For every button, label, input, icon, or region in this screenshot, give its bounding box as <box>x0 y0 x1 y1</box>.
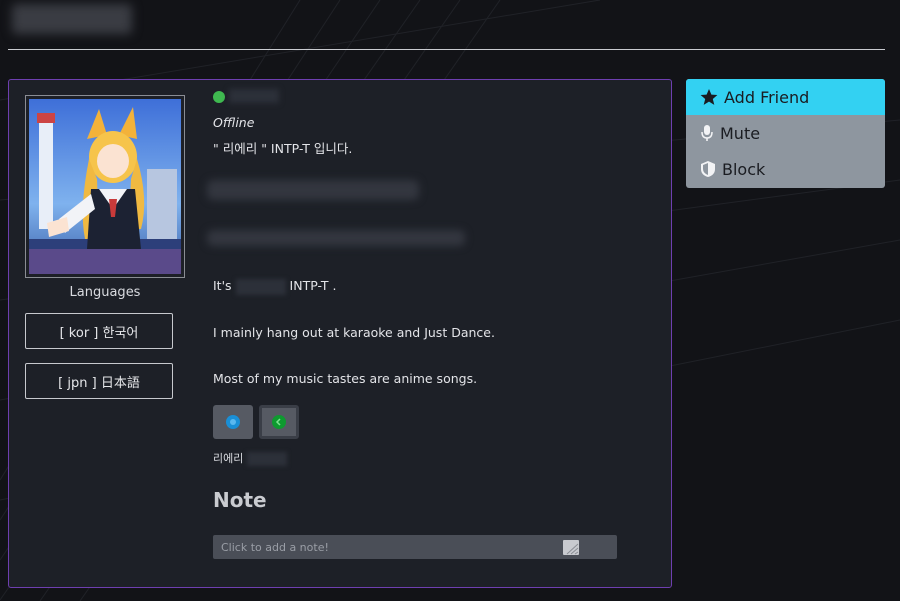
microphone-icon <box>701 125 713 141</box>
block-label: Block <box>722 159 766 179</box>
add-friend-button[interactable]: Add Friend <box>686 79 885 115</box>
shield-icon <box>701 161 715 177</box>
language-korean: [ kor ] 한국어 <box>25 313 173 349</box>
avatar-image <box>29 99 181 274</box>
profile-actions-menu: Add Friend Mute Block <box>686 79 885 188</box>
mute-button[interactable]: Mute <box>686 115 885 151</box>
blurred-username <box>12 4 132 34</box>
about-line-1: It's INTP-T . <box>213 278 336 295</box>
connection-button-line[interactable] <box>259 405 299 439</box>
connection-button-steam[interactable] <box>213 405 253 439</box>
blurred-display-name <box>229 89 279 103</box>
note-input[interactable] <box>213 535 617 559</box>
language-label: [ kor ] 한국어 <box>59 325 139 341</box>
language-label: [ jpn ] 日本語 <box>58 375 140 391</box>
language-japanese: [ jpn ] 日本語 <box>25 363 173 399</box>
line-icon <box>272 415 286 429</box>
connection-label: 리에리 <box>213 450 291 466</box>
steam-icon <box>226 415 240 429</box>
resize-grip-icon[interactable] <box>563 540 579 555</box>
profile-card: Languages [ kor ] 한국어 [ jpn ] 日本語 Offlin… <box>8 79 672 588</box>
blurred-text <box>207 180 419 200</box>
blurred-word <box>247 452 288 466</box>
status-indicator <box>213 91 225 103</box>
about-line-2: I mainly hang out at karaoke and Just Da… <box>213 325 495 340</box>
status-text: Offline <box>213 115 255 130</box>
header-divider <box>8 49 885 50</box>
blurred-text <box>207 230 465 246</box>
add-friend-label: Add Friend <box>724 87 810 107</box>
mute-label: Mute <box>720 123 761 143</box>
note-heading: Note <box>213 488 267 512</box>
bio-headline: " 리에리 " INTP-T 입니다. <box>213 141 353 156</box>
about-line-1-prefix: It's <box>213 278 232 293</box>
star-icon <box>700 89 718 105</box>
blurred-word <box>235 278 286 295</box>
languages-title: Languages <box>69 285 141 300</box>
avatar[interactable] <box>25 95 185 278</box>
block-button[interactable]: Block <box>686 151 885 187</box>
connection-name: 리에리 <box>213 452 244 465</box>
about-line-1-suffix: INTP-T . <box>289 278 337 293</box>
about-line-3: Most of my music tastes are anime songs. <box>213 371 478 386</box>
